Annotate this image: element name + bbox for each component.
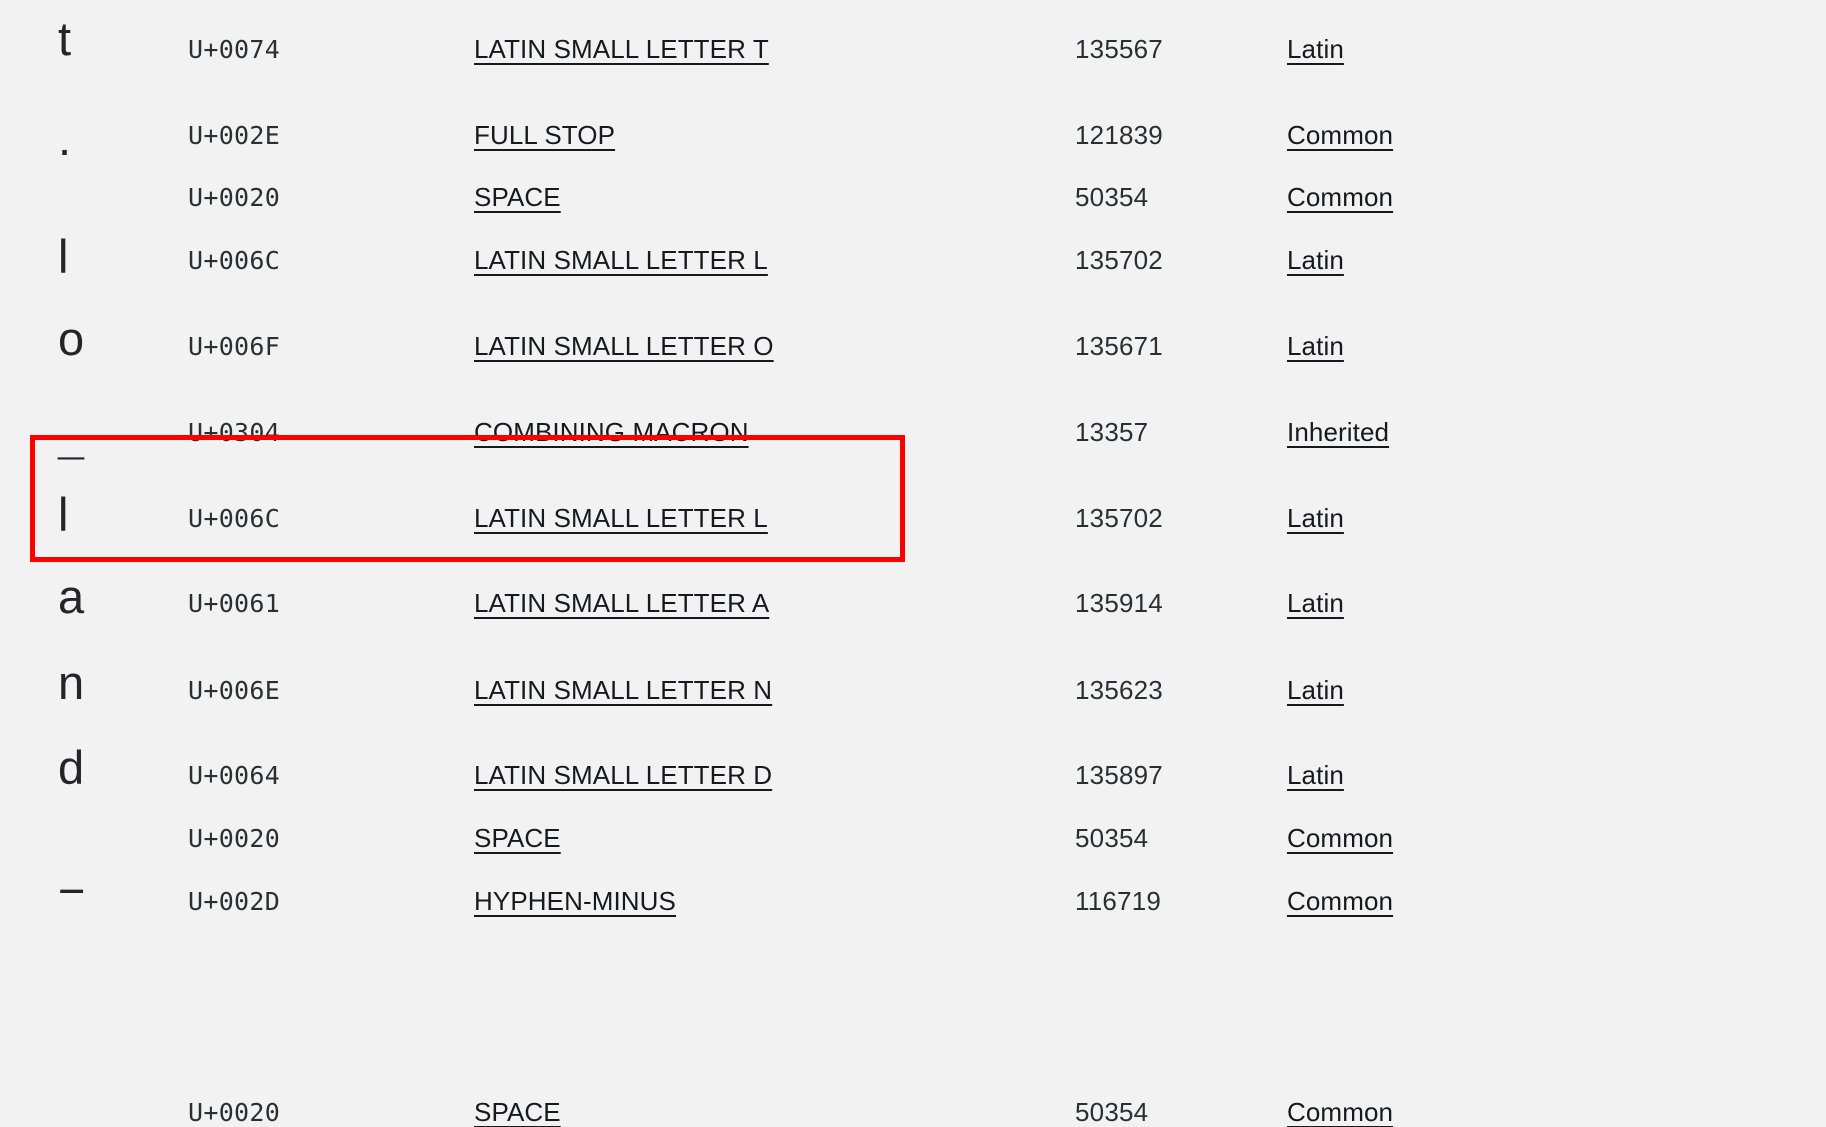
character-glyph: l: [58, 230, 69, 283]
script-link[interactable]: Latin: [1287, 677, 1344, 703]
script-link[interactable]: Inherited: [1287, 419, 1389, 445]
character-name-link[interactable]: LATIN SMALL LETTER L: [474, 247, 768, 273]
codepoint-value: U+006F: [188, 332, 281, 361]
occurrence-count: 116719: [1075, 886, 1162, 916]
script-link[interactable]: Common: [1287, 184, 1393, 210]
character-glyph: t: [58, 12, 72, 65]
character-name-link[interactable]: SPACE: [474, 825, 561, 851]
codepoint-value: U+0074: [188, 35, 281, 64]
character-glyph: o: [58, 312, 85, 365]
character-name-link[interactable]: COMBINING MACRON: [474, 419, 749, 445]
occurrence-count: 121839: [1075, 120, 1163, 150]
character-frequency-table: t U+0074 LATIN SMALL LETTER T 135567 Latin. U…: [0, 0, 1826, 1125]
script-link[interactable]: Common: [1287, 888, 1393, 914]
character-name-link[interactable]: LATIN SMALL LETTER A: [474, 590, 769, 616]
occurrence-count: 135702: [1075, 245, 1163, 275]
codepoint-value: U+006C: [188, 246, 281, 275]
codepoint-value: U+0020: [188, 824, 281, 853]
script-link[interactable]: Common: [1287, 1099, 1393, 1125]
codepoint-value: U+0020: [188, 1098, 281, 1127]
codepoint-value: U+002E: [188, 121, 281, 150]
script-link[interactable]: Latin: [1287, 247, 1344, 273]
occurrence-count: 50354: [1075, 182, 1149, 212]
character-name-link[interactable]: LATIN SMALL LETTER D: [474, 762, 772, 788]
script-link[interactable]: Latin: [1287, 36, 1344, 62]
character-name-link[interactable]: SPACE: [474, 184, 561, 210]
codepoint-value: U+002D: [188, 887, 281, 916]
codepoint-value: U+0020: [188, 183, 281, 212]
character-glyph: d: [58, 741, 85, 794]
character-name-link[interactable]: LATIN SMALL LETTER L: [474, 505, 768, 531]
occurrence-count: 135897: [1075, 760, 1163, 790]
character-name-link[interactable]: LATIN SMALL LETTER O: [474, 333, 774, 359]
character-glyph: .: [58, 112, 72, 165]
occurrence-count: 50354: [1075, 823, 1149, 853]
occurrence-count: 135567: [1075, 34, 1163, 64]
codepoint-value: U+0304: [188, 418, 281, 447]
occurrence-count: 135671: [1075, 331, 1163, 361]
character-name-link[interactable]: FULL STOP: [474, 122, 615, 148]
character-glyph: l: [58, 488, 69, 541]
character-glyph: −: [58, 864, 86, 917]
occurrence-count: 135702: [1075, 503, 1163, 533]
occurrence-count: 50354: [1075, 1097, 1149, 1127]
script-link[interactable]: Common: [1287, 825, 1393, 851]
character-name-link[interactable]: SPACE: [474, 1099, 561, 1125]
character-glyph: n: [58, 656, 85, 709]
script-link[interactable]: Latin: [1287, 333, 1344, 359]
codepoint-value: U+006E: [188, 676, 281, 705]
codepoint-value: U+0061: [188, 589, 281, 618]
occurrence-count: 13357: [1075, 417, 1149, 447]
codepoint-value: U+006C: [188, 504, 281, 533]
script-link[interactable]: Common: [1287, 122, 1393, 148]
character-name-link[interactable]: HYPHEN-MINUS: [474, 888, 676, 914]
character-name-link[interactable]: LATIN SMALL LETTER N: [474, 677, 772, 703]
character-glyph: a: [58, 570, 85, 623]
script-link[interactable]: Latin: [1287, 762, 1344, 788]
script-link[interactable]: Latin: [1287, 590, 1344, 616]
occurrence-count: 135623: [1075, 675, 1163, 705]
occurrence-count: 135914: [1075, 588, 1163, 618]
script-link[interactable]: Latin: [1287, 505, 1344, 531]
codepoint-value: U+0064: [188, 761, 281, 790]
character-name-link[interactable]: LATIN SMALL LETTER T: [474, 36, 769, 62]
